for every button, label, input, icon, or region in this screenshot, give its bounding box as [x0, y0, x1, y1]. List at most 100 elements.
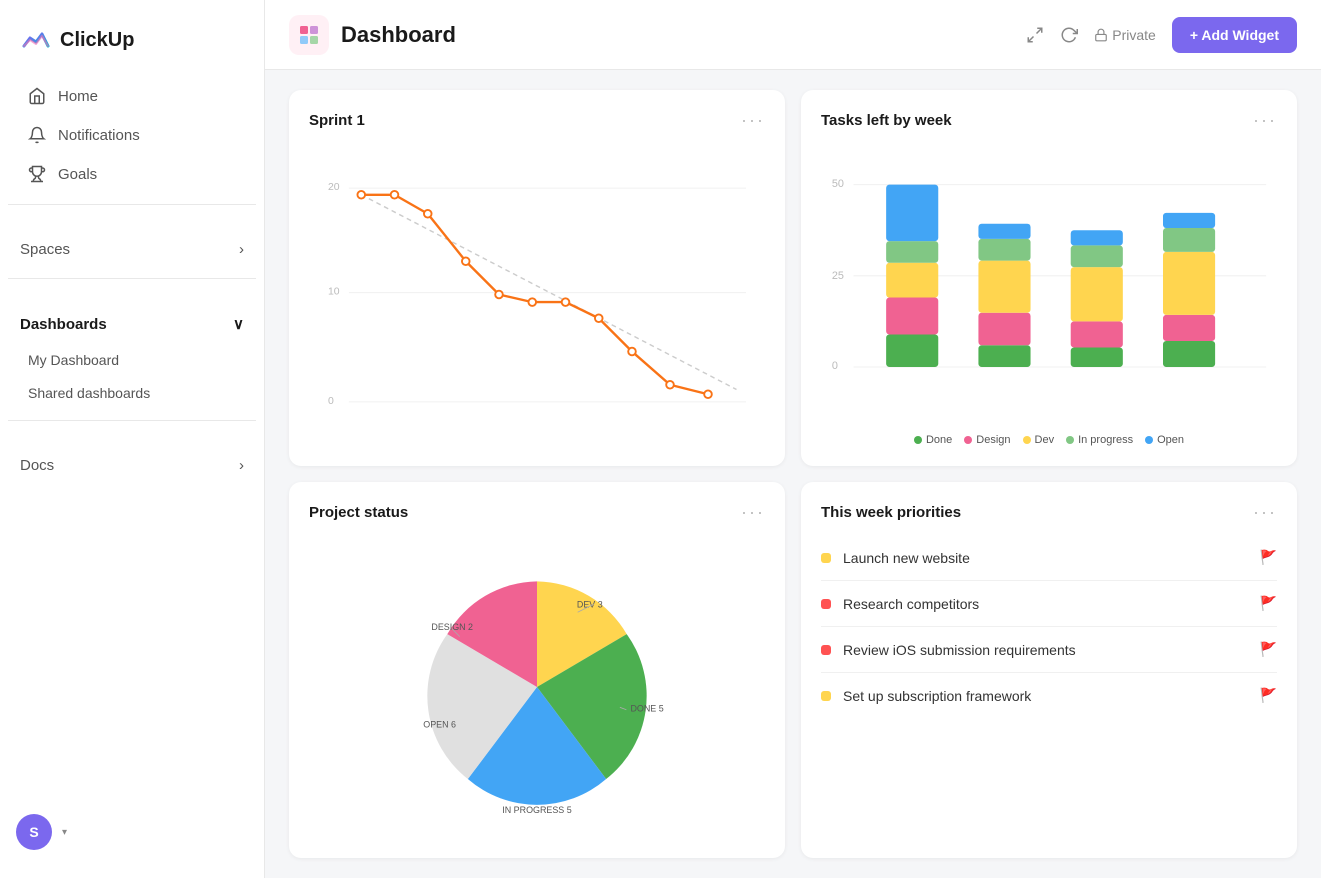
sprint-widget-header: Sprint 1 ···: [309, 110, 765, 131]
dashboard-grid: Sprint 1 ··· 20 10 0: [265, 70, 1321, 878]
lock-icon: [1094, 28, 1108, 42]
project-status-header: Project status ···: [309, 502, 765, 523]
priority-dot-2: [821, 599, 831, 609]
sidebar-item-my-dashboard[interactable]: My Dashboard: [8, 344, 256, 376]
legend-inprogress: In progress: [1066, 434, 1133, 446]
bar-chart-svg: 50 25 0: [821, 143, 1277, 426]
design-pie-label: DESIGN 2: [431, 622, 473, 632]
sidebar-item-home-label: Home: [58, 88, 98, 105]
expand-icon: [1026, 26, 1044, 44]
user-chevron: ▾: [62, 827, 67, 838]
sprint-menu[interactable]: ···: [741, 110, 765, 131]
project-status-menu[interactable]: ···: [741, 502, 765, 523]
sidebar-item-goals[interactable]: Goals: [8, 155, 256, 193]
project-status-title: Project status: [309, 504, 408, 521]
project-status-widget: Project status ···: [289, 482, 785, 858]
private-badge: Private: [1094, 27, 1156, 43]
inprogress-pie-label: IN PROGRESS 5: [502, 804, 571, 814]
done-pie-label: DONE 5: [630, 703, 663, 713]
sidebar-item-shared-dashboards[interactable]: Shared dashboards: [8, 377, 256, 409]
priority-item-2[interactable]: Research competitors 🚩: [821, 581, 1277, 627]
priority-text-2: Research competitors: [843, 596, 1248, 612]
priority-item-3[interactable]: Review iOS submission requirements 🚩: [821, 627, 1277, 673]
dashboards-section: Dashboards ∨ My Dashboard Shared dashboa…: [0, 305, 264, 410]
dev-dot: [1023, 436, 1031, 444]
legend-dev: Dev: [1023, 434, 1055, 446]
page-title: Dashboard: [341, 22, 456, 48]
spaces-label: Spaces: [20, 241, 70, 258]
bar-legend: Done Design Dev In progress: [821, 434, 1277, 446]
clickup-logo-icon: [20, 24, 52, 56]
priorities-list: Launch new website 🚩 Research competitor…: [821, 535, 1277, 838]
refresh-icon: [1060, 26, 1078, 44]
sprint-chart-svg: 20 10 0: [309, 143, 765, 446]
sidebar-item-goals-label: Goals: [58, 166, 97, 183]
priority-text-3: Review iOS submission requirements: [843, 642, 1248, 658]
bar-chart-area: 50 25 0: [821, 143, 1277, 446]
priority-text-4: Set up subscription framework: [843, 688, 1248, 704]
sidebar-divider-3: [8, 420, 256, 421]
sprint-title: Sprint 1: [309, 112, 365, 129]
docs-nav-header[interactable]: Docs ›: [8, 447, 256, 484]
spaces-nav-header[interactable]: Spaces ›: [8, 231, 256, 268]
avatar: S: [16, 814, 52, 850]
add-widget-button[interactable]: + Add Widget: [1172, 17, 1297, 53]
priority-dot-3: [821, 645, 831, 655]
open-label: Open: [1157, 434, 1184, 446]
priorities-menu[interactable]: ···: [1253, 502, 1277, 523]
sidebar-item-home[interactable]: Home: [8, 77, 256, 115]
spaces-section: Spaces ›: [0, 231, 264, 268]
priority-item-4[interactable]: Set up subscription framework 🚩: [821, 673, 1277, 718]
expand-button[interactable]: [1026, 26, 1044, 44]
sprint-widget: Sprint 1 ··· 20 10 0: [289, 90, 785, 466]
trophy-icon: [28, 165, 46, 183]
priorities-title: This week priorities: [821, 504, 961, 521]
open-dot: [1145, 436, 1153, 444]
priority-item-1[interactable]: Launch new website 🚩: [821, 535, 1277, 581]
pie-area: DEV 3 DONE 5 IN PROGRESS 5 OPEN 6 DESIGN…: [309, 535, 765, 838]
sprint-chart: 20 10 0: [309, 143, 765, 446]
svg-text:0: 0: [832, 360, 838, 372]
sidebar: ClickUp Home Notifications Goals Spaces …: [0, 0, 265, 878]
design-label: Design: [976, 434, 1010, 446]
svg-text:25: 25: [832, 270, 844, 282]
add-widget-label: + Add Widget: [1190, 27, 1279, 43]
avatar-initial: S: [29, 824, 38, 840]
tasks-widget: Tasks left by week ··· 50 25 0: [801, 90, 1297, 466]
private-label: Private: [1112, 27, 1156, 43]
docs-chevron: ›: [239, 457, 244, 474]
shared-dashboards-label: Shared dashboards: [28, 385, 150, 401]
tasks-widget-header: Tasks left by week ···: [821, 110, 1277, 131]
svg-text:20: 20: [328, 182, 340, 193]
priority-flag-4: 🚩: [1260, 687, 1277, 704]
legend-design: Design: [964, 434, 1010, 446]
sidebar-item-notifications-label: Notifications: [58, 127, 140, 144]
inprogress-label: In progress: [1078, 434, 1133, 446]
dashboards-nav-header[interactable]: Dashboards ∨: [8, 305, 256, 343]
spaces-chevron: ›: [239, 241, 244, 258]
main-nav: Home Notifications Goals: [0, 76, 264, 194]
refresh-button[interactable]: [1060, 26, 1078, 44]
sidebar-divider-2: [8, 278, 256, 279]
topbar: Dashboard Private + Add Widget: [265, 0, 1321, 70]
sidebar-item-notifications[interactable]: Notifications: [8, 116, 256, 154]
topbar-left: Dashboard: [289, 15, 456, 55]
user-profile[interactable]: S ▾: [0, 802, 264, 862]
my-dashboard-label: My Dashboard: [28, 352, 119, 368]
inprogress-dot: [1066, 436, 1074, 444]
tasks-menu[interactable]: ···: [1253, 110, 1277, 131]
legend-open: Open: [1145, 434, 1184, 446]
docs-label: Docs: [20, 457, 54, 474]
done-dot: [914, 436, 922, 444]
logo-area: ClickUp: [0, 16, 264, 76]
svg-text:50: 50: [832, 178, 844, 190]
dashboards-chevron: ∨: [233, 315, 244, 333]
dev-label: Dev: [1035, 434, 1055, 446]
tasks-title: Tasks left by week: [821, 112, 952, 129]
priority-dot-4: [821, 691, 831, 701]
design-dot: [964, 436, 972, 444]
priorities-header: This week priorities ···: [821, 502, 1277, 523]
dev-pie-label: DEV 3: [577, 599, 603, 609]
priorities-widget: This week priorities ··· Launch new webs…: [801, 482, 1297, 858]
docs-section: Docs ›: [0, 447, 264, 484]
